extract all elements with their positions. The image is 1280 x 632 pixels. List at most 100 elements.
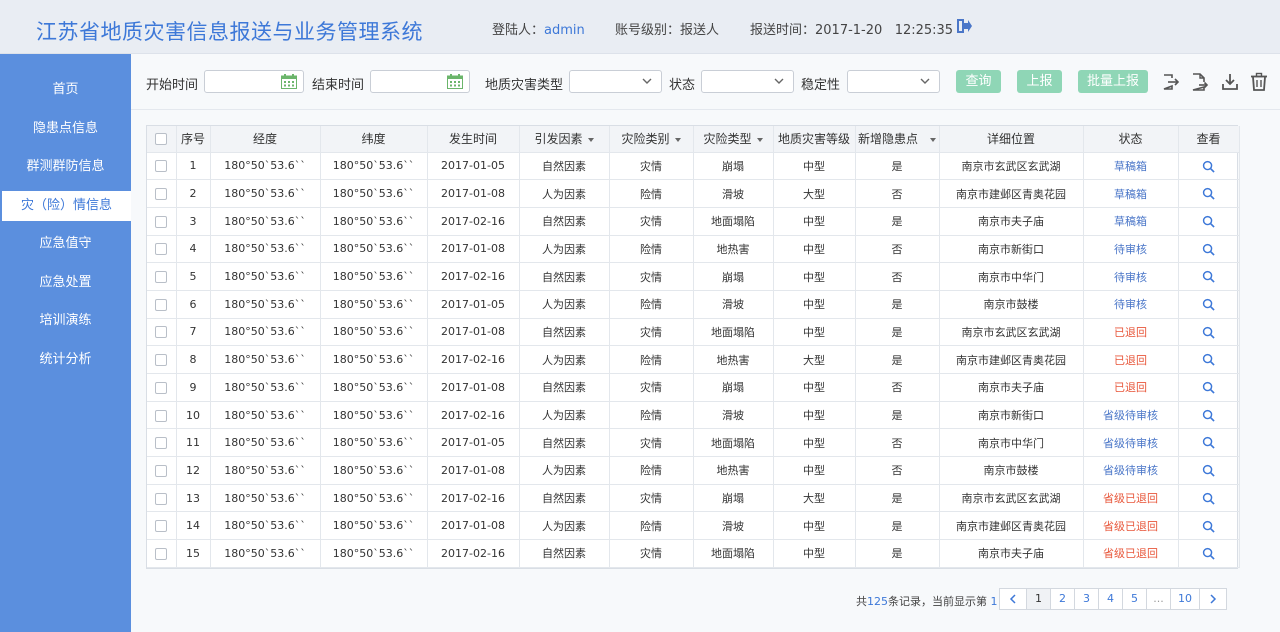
export-icon[interactable] xyxy=(1161,72,1181,92)
disaster-type-select[interactable] xyxy=(569,70,662,93)
search-icon[interactable] xyxy=(1202,326,1215,339)
select-all-checkbox[interactable] xyxy=(155,133,168,146)
sidebar-item-emergency-response[interactable]: 应急处置 xyxy=(0,268,131,298)
cell-status[interactable]: 待审核 xyxy=(1083,262,1179,291)
page-button-4[interactable]: 4 xyxy=(1098,588,1123,610)
row-checkbox[interactable] xyxy=(155,520,168,533)
download-icon[interactable] xyxy=(1220,72,1240,92)
cell-status[interactable]: 草稿箱 xyxy=(1083,207,1179,236)
row-checkbox[interactable] xyxy=(155,188,168,201)
cell-type: 滑坡 xyxy=(693,401,774,430)
column-header-category[interactable]: 灾险类别 xyxy=(609,126,694,153)
stability-label: 稳定性 xyxy=(801,78,841,93)
sidebar-item-emergency-duty[interactable]: 应急值守 xyxy=(0,229,131,259)
query-button[interactable]: 查询 xyxy=(956,70,1001,93)
search-icon[interactable] xyxy=(1202,353,1215,367)
search-icon[interactable] xyxy=(1202,215,1215,228)
cell-location: 南京市建邺区青奥花园 xyxy=(939,345,1084,374)
search-icon[interactable] xyxy=(1202,187,1215,200)
caret-down-icon[interactable] xyxy=(930,137,936,142)
prev-page-button[interactable] xyxy=(999,588,1027,610)
sidebar-item-disaster-info[interactable]: 灾（险）情信息 xyxy=(2,191,131,221)
sidebar-item-hazard-points[interactable]: 隐患点信息 xyxy=(0,114,131,144)
search-icon[interactable] xyxy=(1202,270,1215,284)
cell-new-hazard: 否 xyxy=(855,428,940,458)
status-select[interactable] xyxy=(701,70,794,93)
cell-status[interactable]: 省级待审核 xyxy=(1083,428,1179,458)
sidebar-item-group-monitoring[interactable]: 群测群防信息 xyxy=(0,152,131,182)
page-button-10[interactable]: 10 xyxy=(1170,588,1200,610)
page-button-3[interactable]: 3 xyxy=(1074,588,1099,610)
caret-down-icon[interactable] xyxy=(674,137,681,142)
cell-status[interactable]: 省级待审核 xyxy=(1083,401,1179,430)
cell-category: 险情 xyxy=(609,345,694,374)
cell-status[interactable]: 待审核 xyxy=(1083,235,1179,264)
caret-down-icon[interactable] xyxy=(756,137,763,142)
row-checkbox[interactable] xyxy=(155,271,168,284)
column-header-new-hazard[interactable]: 新增隐患点 xyxy=(855,126,940,153)
cell-location: 南京市中华门 xyxy=(939,428,1084,458)
row-checkbox[interactable] xyxy=(155,547,168,560)
view-cell xyxy=(1178,207,1240,236)
row-checkbox[interactable] xyxy=(155,354,168,367)
column-header-type[interactable]: 灾险类型 xyxy=(693,126,774,153)
row-checkbox[interactable] xyxy=(155,160,168,173)
sidebar-item-home[interactable]: 首页 xyxy=(0,75,131,105)
search-icon[interactable] xyxy=(1202,464,1215,477)
trash-icon[interactable] xyxy=(1249,72,1269,92)
search-icon[interactable] xyxy=(1202,381,1215,394)
column-header-cause[interactable]: 引发因素 xyxy=(519,126,610,153)
batch-report-button[interactable]: 批量上报 xyxy=(1078,70,1148,93)
cell-location: 南京市夫子庙 xyxy=(939,207,1084,236)
caret-down-icon[interactable] xyxy=(587,137,594,142)
cell-cause: 人为因素 xyxy=(519,235,610,264)
cell-status[interactable]: 草稿箱 xyxy=(1083,152,1179,181)
row-checkbox[interactable] xyxy=(155,492,168,505)
cell-status[interactable]: 已退回 xyxy=(1083,373,1179,402)
calendar-icon[interactable] xyxy=(281,74,297,89)
cell-cause: 人为因素 xyxy=(519,290,610,319)
page-button-1[interactable]: 1 xyxy=(1026,588,1051,610)
search-icon[interactable] xyxy=(1202,436,1215,450)
row-checkbox[interactable] xyxy=(155,381,168,394)
row-checkbox[interactable] xyxy=(155,243,168,256)
page-button-2[interactable]: 2 xyxy=(1050,588,1075,610)
cell-status[interactable]: 已退回 xyxy=(1083,345,1179,374)
row-select-cell xyxy=(147,318,177,347)
cell-status[interactable]: 省级已退回 xyxy=(1083,539,1179,568)
search-icon[interactable] xyxy=(1202,547,1215,560)
search-icon[interactable] xyxy=(1202,160,1215,173)
end-time-input[interactable] xyxy=(370,70,470,93)
search-icon[interactable] xyxy=(1202,520,1215,533)
next-page-button[interactable] xyxy=(1199,588,1227,610)
row-checkbox[interactable] xyxy=(155,326,168,339)
calendar-icon[interactable] xyxy=(447,74,463,89)
cell-status[interactable]: 省级已退回 xyxy=(1083,511,1179,541)
report-button[interactable]: 上报 xyxy=(1017,70,1062,93)
row-checkbox[interactable] xyxy=(155,437,168,450)
stability-select[interactable] xyxy=(847,70,940,93)
cell-status[interactable]: 省级待审核 xyxy=(1083,456,1179,485)
total-records: 125 xyxy=(867,595,888,608)
cell-status[interactable]: 待审核 xyxy=(1083,290,1179,319)
row-checkbox[interactable] xyxy=(155,215,168,228)
page-button-5[interactable]: 5 xyxy=(1122,588,1147,610)
cell-status[interactable]: 已退回 xyxy=(1083,318,1179,347)
search-icon[interactable] xyxy=(1202,409,1215,422)
cell-type: 崩塌 xyxy=(693,262,774,291)
cell-status[interactable]: 省级已退回 xyxy=(1083,484,1179,513)
search-icon[interactable] xyxy=(1202,298,1215,311)
sidebar-item-statistics[interactable]: 统计分析 xyxy=(0,345,131,375)
cell-time: 2017-01-08 xyxy=(427,373,520,402)
row-checkbox[interactable] xyxy=(155,464,168,477)
start-time-input[interactable] xyxy=(204,70,304,93)
logout-icon[interactable] xyxy=(956,18,972,34)
export-file-icon[interactable] xyxy=(1189,72,1209,92)
cell-status[interactable]: 草稿箱 xyxy=(1083,179,1179,208)
sidebar-item-training[interactable]: 培训演练 xyxy=(0,306,131,336)
row-checkbox[interactable] xyxy=(155,409,168,422)
search-icon[interactable] xyxy=(1202,243,1215,256)
search-icon[interactable] xyxy=(1202,492,1215,505)
cell-cause: 人为因素 xyxy=(519,456,610,485)
row-checkbox[interactable] xyxy=(155,298,168,311)
